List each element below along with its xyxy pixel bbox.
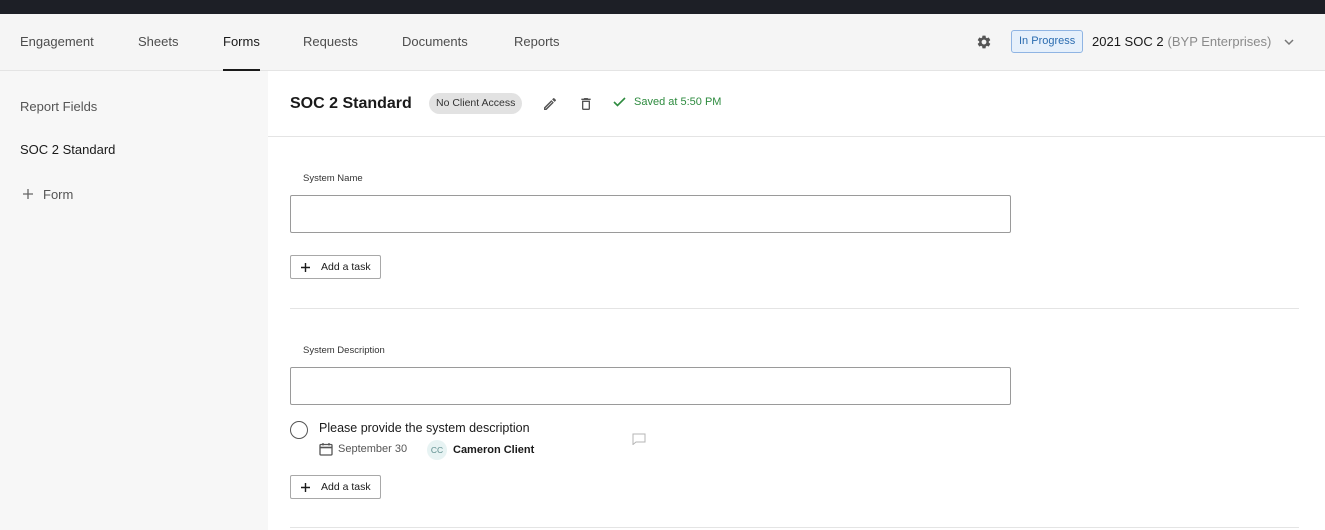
assignee-name: Cameron Client (453, 444, 535, 456)
tab-reports[interactable]: Reports (514, 14, 560, 71)
system-description-input[interactable] (290, 367, 1011, 405)
plus-icon (301, 482, 310, 492)
task-complete-checkbox[interactable] (290, 421, 308, 439)
add-task-button[interactable]: Add a task (290, 255, 381, 279)
task-text[interactable]: Please provide the system description (319, 421, 530, 435)
trash-icon[interactable] (578, 96, 594, 112)
saved-status: Saved at 5:50 PM (613, 96, 721, 108)
field-label-system-name: System Name (303, 173, 363, 184)
avatar: CC (427, 440, 447, 460)
tab-requests[interactable]: Requests (303, 14, 358, 71)
add-form-label: Form (43, 186, 74, 202)
saved-text: Saved at 5:50 PM (634, 96, 722, 108)
plus-icon (301, 262, 310, 272)
client-access-badge[interactable]: No Client Access (429, 93, 523, 114)
field-label-system-description: System Description (303, 345, 385, 356)
engagement-selector[interactable]: 2021 SOC 2 (BYP Enterprises) (1092, 34, 1271, 49)
chevron-down-icon[interactable] (1283, 36, 1295, 48)
tab-sheets[interactable]: Sheets (138, 14, 178, 71)
engagement-client: (BYP Enterprises) (1167, 34, 1272, 49)
tab-engagement[interactable]: Engagement (20, 14, 94, 71)
section-divider (290, 527, 1299, 528)
status-badge[interactable]: In Progress (1011, 30, 1084, 53)
comment-icon[interactable] (632, 433, 646, 445)
top-dark-strip (0, 0, 1325, 14)
engagement-name: 2021 SOC 2 (1092, 34, 1164, 49)
form-header: SOC 2 Standard No Client Access Saved at… (268, 71, 1325, 137)
form-editor: SOC 2 Standard No Client Access Saved at… (268, 71, 1325, 530)
checkmark-icon (613, 97, 626, 107)
pencil-icon[interactable] (542, 96, 558, 112)
sidebar: Report Fields SOC 2 Standard Form (0, 71, 268, 530)
add-task-label: Add a task (321, 261, 371, 273)
sidebar-item-soc2-standard[interactable]: SOC 2 Standard (20, 142, 115, 157)
add-task-button[interactable]: Add a task (290, 475, 381, 499)
plus-icon (23, 189, 33, 199)
add-form-button[interactable]: Form (20, 186, 73, 202)
tab-documents[interactable]: Documents (402, 14, 468, 71)
calendar-icon (319, 443, 333, 456)
system-name-input[interactable] (290, 195, 1011, 233)
sidebar-title: Report Fields (20, 99, 98, 114)
task-due-text: September 30 (338, 443, 408, 455)
add-task-label: Add a task (321, 481, 371, 493)
form-title: SOC 2 Standard (290, 95, 412, 112)
section-divider (290, 308, 1299, 309)
tab-forms[interactable]: Forms (223, 14, 260, 71)
gear-icon[interactable] (976, 34, 992, 50)
task-assignee[interactable]: CC Cameron Client (427, 440, 534, 460)
task-due-date[interactable]: September 30 (319, 442, 407, 456)
